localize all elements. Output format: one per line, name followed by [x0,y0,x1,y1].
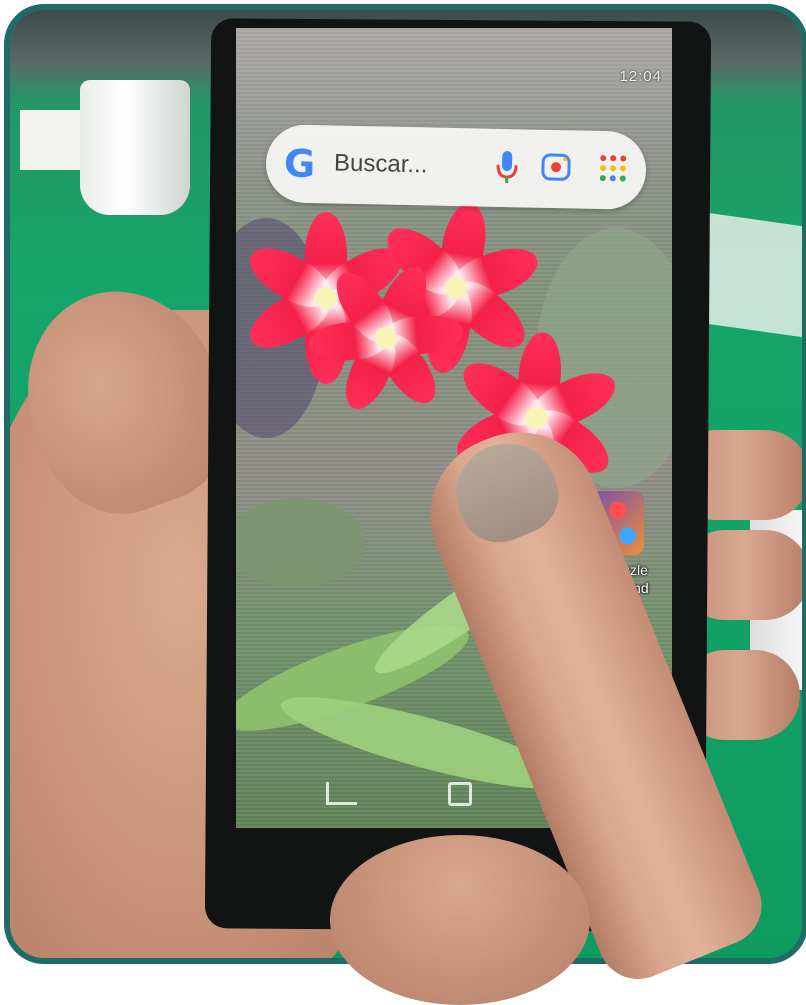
background-coffee-cup [80,80,190,215]
lower-thumb [330,835,590,1005]
microphone-icon[interactable] [492,147,523,188]
back-nav-icon[interactable] [326,782,357,805]
google-search-widget[interactable]: G Buscar... [265,124,647,210]
search-placeholder[interactable]: Buscar... [334,149,428,179]
google-lens-camera-icon[interactable] [540,150,573,185]
recent-apps-nav-icon[interactable] [448,782,472,806]
app-grid-icon[interactable] [598,153,629,184]
google-logo-icon: G [283,141,316,187]
background-napkin [692,212,802,338]
status-bar-clock: 12:04 [619,68,662,85]
